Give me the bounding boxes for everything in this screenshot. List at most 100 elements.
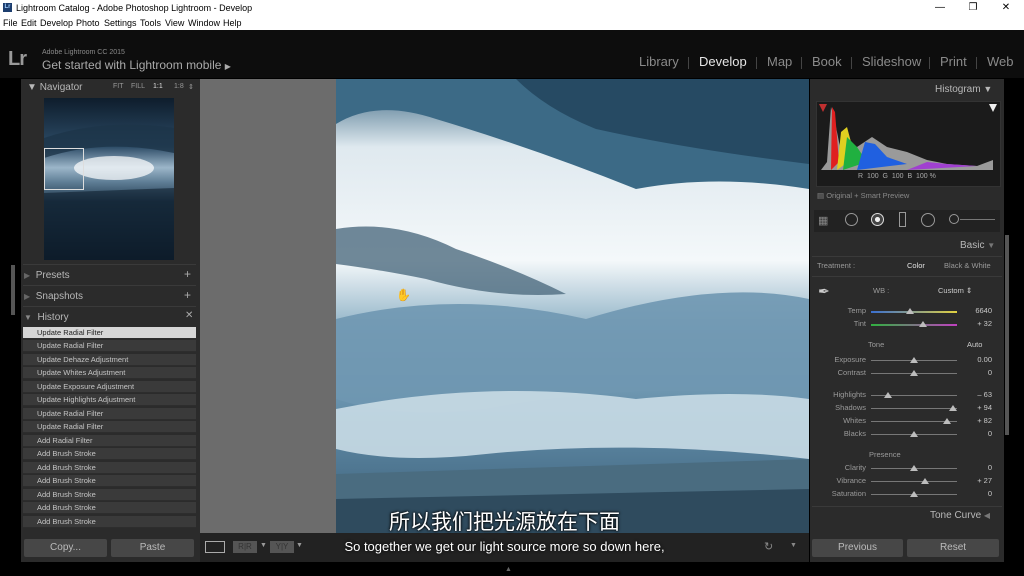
history-item[interactable]: Add Brush Stroke	[23, 448, 196, 460]
history-item[interactable]: Update Exposure Adjustment	[23, 381, 196, 393]
slider-thumb[interactable]	[910, 357, 918, 363]
slider-value[interactable]: + 94	[962, 403, 992, 412]
menu-tools[interactable]: Tools	[140, 18, 161, 28]
history-item[interactable]: Update Radial Filter	[23, 421, 196, 433]
minimize-icon[interactable]: —	[928, 1, 952, 15]
slider-track[interactable]	[871, 324, 957, 326]
mobile-link[interactable]: Get started with Lightroom mobile ▶	[42, 58, 231, 72]
auto-tone-button[interactable]: Auto	[967, 340, 982, 349]
slider-thumb[interactable]	[910, 370, 918, 376]
module-library[interactable]: Library	[639, 54, 679, 69]
zoom-fill[interactable]: FILL	[131, 83, 145, 90]
right-panel-scrollbar[interactable]	[1005, 235, 1009, 435]
history-item[interactable]: Update Highlights Adjustment	[23, 394, 196, 406]
add-snapshot-icon[interactable]: +	[184, 288, 191, 302]
histogram[interactable]: R 100 G 100 B 100 %	[816, 101, 1001, 187]
basic-header[interactable]: Basic ▼	[960, 240, 995, 251]
zoom-1-1[interactable]: 1:1	[153, 83, 163, 90]
previous-button[interactable]: Previous	[812, 539, 903, 557]
radial-filter-icon[interactable]	[921, 213, 935, 227]
module-develop[interactable]: Develop	[699, 54, 747, 69]
module-web[interactable]: Web	[987, 54, 1014, 69]
slider-track[interactable]	[871, 481, 957, 482]
left-panel-scrollbar[interactable]	[11, 265, 15, 315]
history-item[interactable]: Add Brush Stroke	[23, 462, 196, 474]
slider-track[interactable]	[871, 311, 957, 313]
menu-settings[interactable]: Settings	[104, 18, 137, 28]
slider-thumb[interactable]	[921, 478, 930, 484]
divider	[23, 285, 196, 286]
history-item[interactable]: Update Dehaze Adjustment	[23, 354, 196, 366]
menu-edit[interactable]: Edit	[21, 18, 37, 28]
crop-icon[interactable]: ▦	[818, 214, 828, 227]
module-print[interactable]: Print	[940, 54, 967, 69]
shadow-clip-indicator[interactable]	[819, 104, 827, 112]
zoom-fit[interactable]: FIT	[113, 83, 124, 90]
menu-window[interactable]: Window	[188, 18, 220, 28]
photo-preview[interactable]	[336, 79, 809, 533]
history-item[interactable]: Update Whites Adjustment	[23, 367, 196, 379]
slider-value[interactable]: 6640	[962, 306, 992, 315]
history-item[interactable]: Update Radial Filter	[23, 327, 196, 339]
zoom-dropdown-icon[interactable]: ⇕	[188, 83, 194, 91]
reset-button[interactable]: Reset	[907, 539, 999, 557]
history-item[interactable]: Add Brush Stroke	[23, 516, 196, 528]
highlight-clip-indicator[interactable]	[989, 104, 997, 112]
slider-thumb[interactable]	[942, 418, 951, 424]
histogram-header[interactable]: Histogram ▼	[935, 84, 992, 95]
close-icon[interactable]: ✕	[994, 1, 1018, 15]
slider-thumb[interactable]	[948, 405, 957, 411]
slider-value[interactable]: 0.00	[962, 355, 992, 364]
slider-thumb[interactable]	[910, 431, 918, 437]
navigator-header[interactable]: ▼ Navigator	[27, 82, 83, 93]
slider-value[interactable]: + 82	[962, 416, 992, 425]
presets-header[interactable]: ▶ Presets	[24, 270, 70, 281]
slider-track[interactable]	[871, 408, 957, 409]
copy-button[interactable]: Copy...	[24, 539, 107, 557]
filmstrip-toggle-icon[interactable]: ▲	[505, 566, 512, 573]
add-preset-icon[interactable]: +	[184, 267, 191, 281]
spot-removal-icon[interactable]	[845, 213, 858, 226]
slider-value[interactable]: 0	[962, 429, 992, 438]
history-item[interactable]: Add Brush Stroke	[23, 502, 196, 514]
slider-value[interactable]: 0	[962, 463, 992, 472]
slider-thumb[interactable]	[910, 465, 918, 471]
navigator-view-rect[interactable]	[44, 148, 84, 190]
history-item[interactable]: Update Radial Filter	[23, 408, 196, 420]
module-book[interactable]: Book	[812, 54, 842, 69]
slider-value[interactable]: 0	[962, 489, 992, 498]
red-eye-icon[interactable]	[871, 213, 884, 226]
slider-value[interactable]: – 63	[962, 390, 992, 399]
paste-button[interactable]: Paste	[111, 539, 194, 557]
slider-value[interactable]: 0	[962, 368, 992, 377]
history-item[interactable]: Update Radial Filter	[23, 340, 196, 352]
zoom-1-8[interactable]: 1:8	[174, 83, 184, 90]
wb-select[interactable]: Custom ⇕	[938, 286, 972, 295]
history-item[interactable]: Add Brush Stroke	[23, 489, 196, 501]
tone-curve-header[interactable]: Tone Curve ◀	[930, 510, 990, 521]
slider-thumb[interactable]	[918, 321, 927, 327]
clear-history-icon[interactable]: ✕	[185, 310, 193, 321]
menu-develop[interactable]: Develop	[40, 18, 73, 28]
history-item[interactable]: Add Brush Stroke	[23, 475, 196, 487]
eyedropper-icon[interactable]: ✒	[818, 283, 830, 300]
slider-thumb[interactable]	[884, 392, 893, 398]
module-slideshow[interactable]: Slideshow	[862, 54, 921, 69]
menu-photo[interactable]: Photo	[76, 18, 100, 28]
snapshots-header[interactable]: ▶ Snapshots	[24, 291, 83, 302]
graduated-filter-icon[interactable]	[899, 212, 906, 227]
menu-file[interactable]: File	[3, 18, 18, 28]
history-header[interactable]: ▼ History	[24, 312, 69, 323]
slider-value[interactable]: + 32	[962, 319, 992, 328]
slider-thumb[interactable]	[905, 308, 914, 314]
adjustment-brush-icon[interactable]	[949, 214, 959, 224]
slider-thumb[interactable]	[910, 491, 918, 497]
menu-view[interactable]: View	[165, 18, 184, 28]
treatment-bw[interactable]: Black & White	[944, 261, 991, 270]
slider-value[interactable]: + 27	[962, 476, 992, 485]
module-map[interactable]: Map	[767, 54, 792, 69]
maximize-icon[interactable]: ❐	[961, 1, 985, 15]
treatment-color[interactable]: Color	[907, 261, 925, 270]
history-item[interactable]: Add Radial Filter	[23, 435, 196, 447]
menu-help[interactable]: Help	[223, 18, 242, 28]
